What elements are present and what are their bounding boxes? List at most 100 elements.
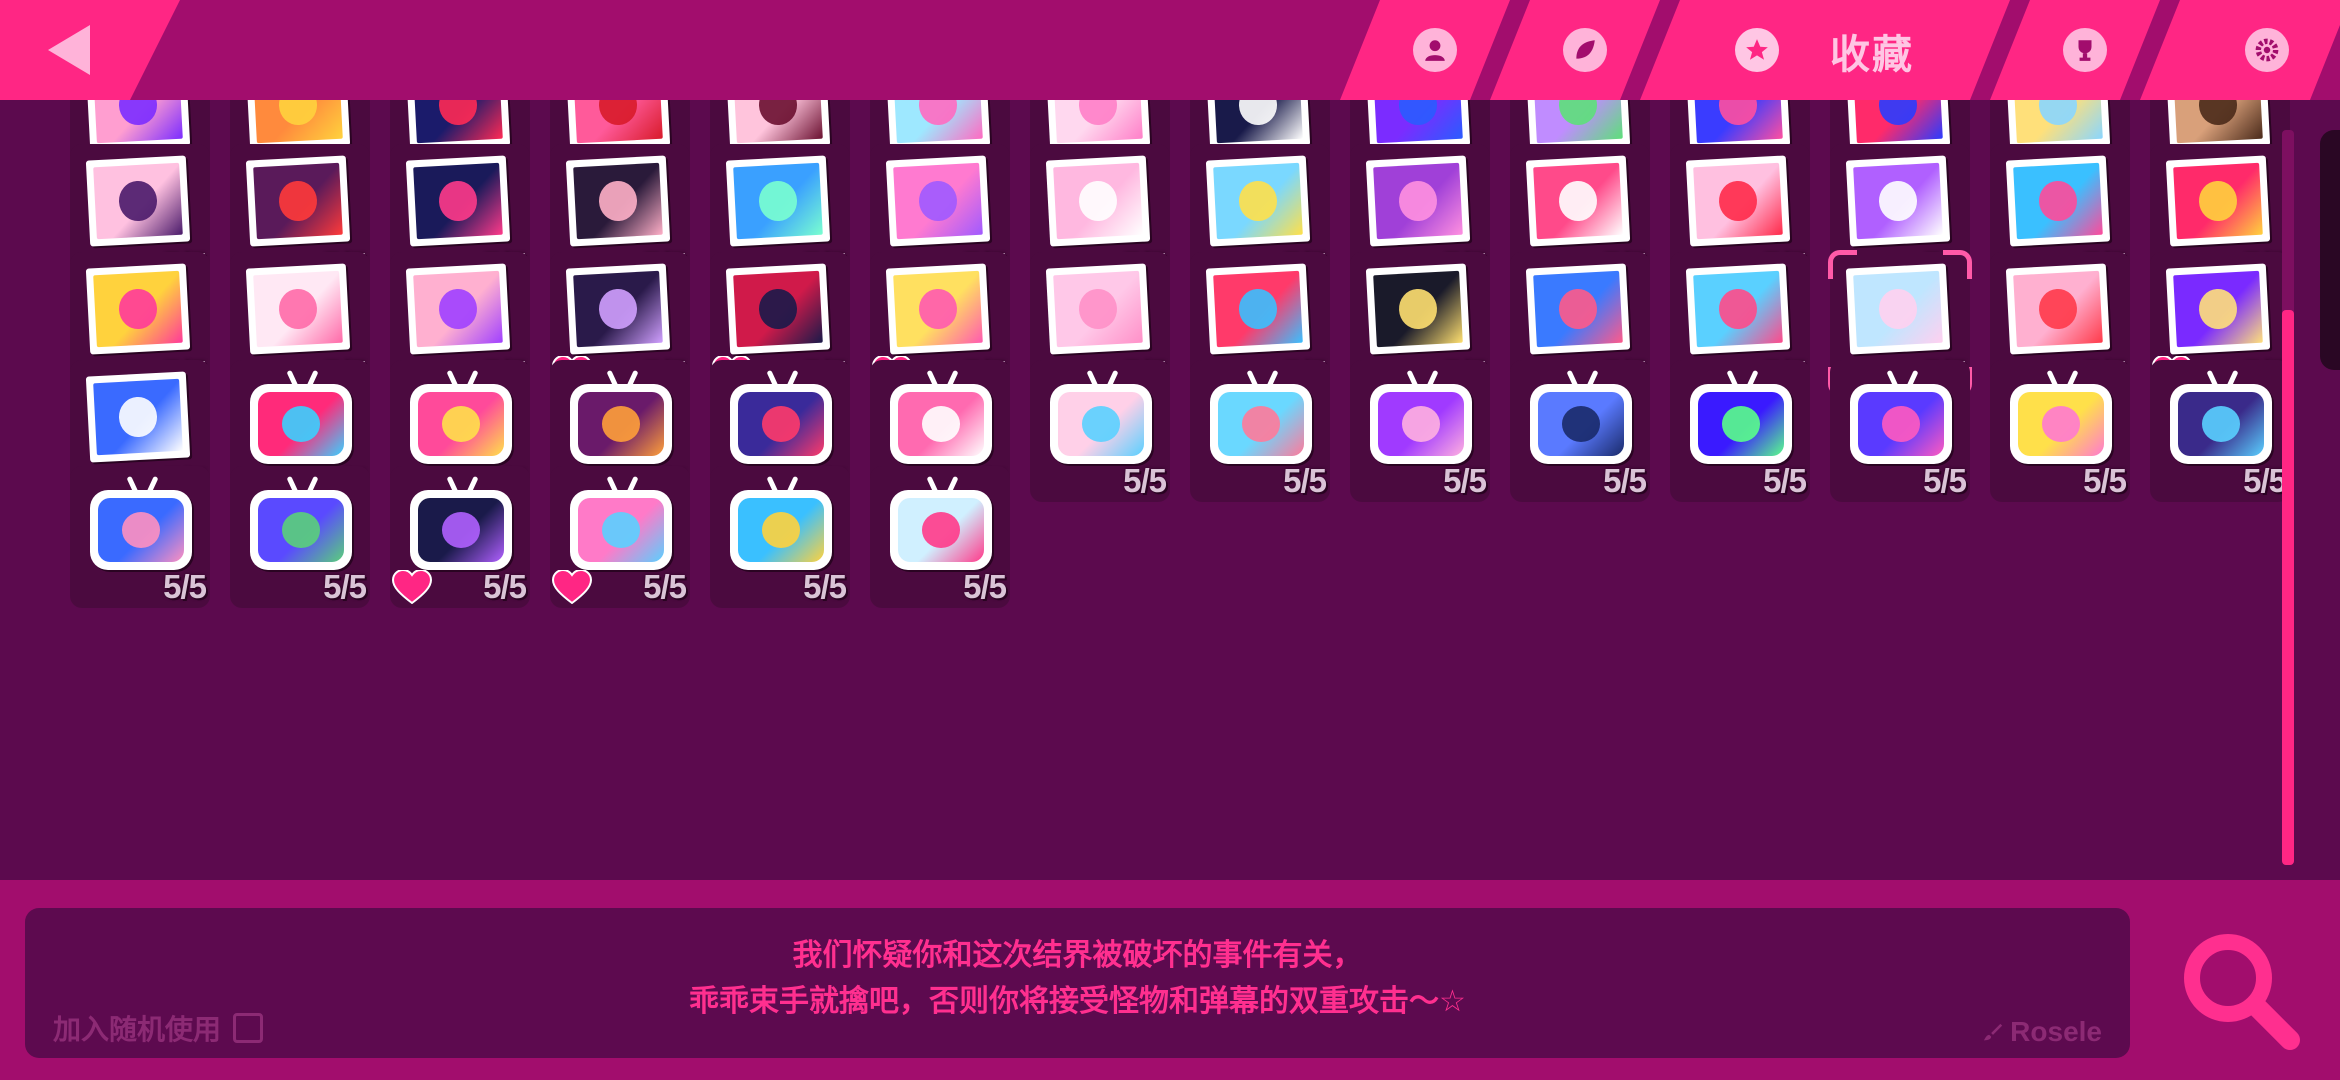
- collection-tv-item[interactable]: 5/5: [1990, 360, 2130, 502]
- description-line-2: 乖乖束手就擒吧，否则你将接受怪物和弹幕的双重攻击〜☆: [689, 984, 1466, 1019]
- search-button[interactable]: [2170, 920, 2310, 1060]
- item-frame: [1845, 155, 1951, 247]
- magnifier-icon: [2184, 934, 2300, 1050]
- collection-tv-item[interactable]: 5/5: [870, 466, 1010, 608]
- item-frame: [1365, 263, 1471, 355]
- item-frame: [405, 263, 511, 355]
- item-artwork: [1533, 270, 1623, 348]
- item-artwork: [893, 162, 983, 240]
- item-artwork: [1693, 162, 1783, 240]
- collection-tv-item[interactable]: 5/5: [1510, 360, 1650, 502]
- tab-collection[interactable]: 收藏: [1640, 0, 2010, 100]
- random-use-label: 加入随机使用: [53, 1013, 222, 1046]
- collection-tv-item[interactable]: 5/5: [1030, 360, 1170, 502]
- item-frame: [730, 384, 832, 464]
- back-button[interactable]: [0, 0, 180, 100]
- tab-profile[interactable]: [1340, 0, 1510, 100]
- item-count: 5/5: [163, 568, 207, 605]
- collection-tv-item[interactable]: 5/5: [1350, 360, 1490, 502]
- artwork-motif: [438, 287, 478, 331]
- item-frame: [2165, 263, 2271, 355]
- item-artwork: [413, 270, 503, 348]
- gear-icon: [2245, 28, 2289, 72]
- scrollbar-track[interactable]: [2282, 130, 2294, 865]
- item-artwork: [258, 498, 344, 562]
- scrollbar-thumb[interactable]: [2282, 310, 2294, 865]
- top-bar: 收藏: [0, 0, 2340, 100]
- artwork-motif: [2198, 179, 2238, 223]
- item-artwork: [1858, 392, 1944, 456]
- artwork-motif: [602, 512, 640, 548]
- artwork-motif: [278, 287, 318, 331]
- artwork-motif: [2202, 406, 2240, 442]
- item-frame: [1685, 100, 1791, 151]
- item-artwork: [573, 270, 663, 348]
- item-count: 5/5: [1763, 462, 1807, 499]
- description-line-1: 我们怀疑你和这次结界被破坏的事件有关，: [792, 938, 1363, 973]
- tab-leaf[interactable]: [1490, 0, 1660, 100]
- collection-tv-item[interactable]: 5/5: [70, 466, 210, 608]
- artwork-motif: [118, 395, 158, 439]
- random-use-toggle[interactable]: 加入随机使用: [53, 1008, 264, 1048]
- item-artwork: [93, 378, 183, 456]
- item-frame: [1690, 384, 1792, 464]
- item-artwork: [418, 392, 504, 456]
- item-frame: [570, 490, 672, 570]
- collection-tv-item[interactable]: 5/5: [390, 466, 530, 608]
- artwork-motif: [1242, 406, 1280, 442]
- collection-tv-item[interactable]: 5/5: [1190, 360, 1330, 502]
- item-frame: [85, 155, 191, 247]
- artwork-motif: [1558, 100, 1598, 127]
- brush-icon: [1984, 1023, 2003, 1041]
- artwork-motif: [1718, 179, 1758, 223]
- item-artwork: [573, 162, 663, 240]
- item-frame: [250, 384, 352, 464]
- item-frame: [1525, 263, 1631, 355]
- item-frame: [725, 155, 831, 247]
- artwork-motif: [1238, 287, 1278, 331]
- artwork-motif: [1238, 100, 1278, 127]
- collection-tv-item[interactable]: 5/5: [1830, 360, 1970, 502]
- artwork-motif: [1558, 287, 1598, 331]
- item-artwork: [2173, 100, 2263, 144]
- side-panel-handle[interactable]: [2320, 130, 2340, 370]
- artwork-motif: [1718, 287, 1758, 331]
- favorite-heart-icon: [391, 568, 433, 605]
- artwork-motif: [2038, 287, 2078, 331]
- collection-tv-item[interactable]: 5/5: [1670, 360, 1810, 502]
- item-artwork: [573, 100, 663, 144]
- item-frame: [1525, 155, 1631, 247]
- random-use-checkbox[interactable]: [233, 1013, 264, 1043]
- artwork-motif: [758, 100, 798, 127]
- leaf-icon: [1563, 28, 1607, 72]
- collection-tv-item[interactable]: 5/5: [710, 466, 850, 608]
- item-frame: [730, 490, 832, 570]
- item-artwork: [93, 100, 183, 144]
- collection-tv-item[interactable]: 5/5: [2150, 360, 2290, 502]
- item-artwork: [2018, 392, 2104, 456]
- collection-tv-item[interactable]: 5/5: [230, 466, 370, 608]
- artwork-motif: [282, 512, 320, 548]
- item-artwork: [1373, 100, 1463, 144]
- artwork-motif: [1078, 287, 1118, 331]
- item-frame: [2005, 263, 2111, 355]
- item-artwork: [1058, 392, 1144, 456]
- collection-tv-item[interactable]: 5/5: [550, 466, 690, 608]
- item-frame: [1045, 155, 1151, 247]
- item-artwork: [893, 100, 983, 144]
- item-frame: [85, 263, 191, 355]
- item-artwork: [738, 498, 824, 562]
- tab-settings[interactable]: [2140, 0, 2340, 100]
- item-artwork: [1533, 162, 1623, 240]
- item-artwork: [1538, 392, 1624, 456]
- item-artwork: [258, 392, 344, 456]
- artwork-motif: [762, 406, 800, 442]
- tab-trophy[interactable]: [1990, 0, 2160, 100]
- artwork-motif: [1398, 287, 1438, 331]
- item-frame: [890, 384, 992, 464]
- item-count: 5/5: [2243, 462, 2287, 499]
- artwork-motif: [1238, 179, 1278, 223]
- item-artwork: [1053, 100, 1143, 144]
- artwork-motif: [602, 406, 640, 442]
- artwork-motif: [282, 406, 320, 442]
